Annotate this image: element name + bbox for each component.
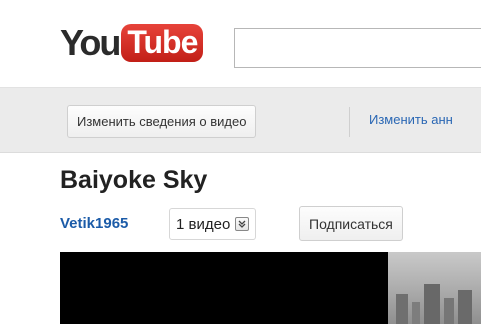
search-input[interactable] (234, 28, 481, 68)
owner-toolbar: Изменить сведения о видео Изменить анн (0, 87, 481, 153)
youtube-logo[interactable]: You Tube (60, 20, 204, 66)
logo-tube-text: Tube (121, 24, 204, 62)
logo-you-text: You (60, 22, 121, 63)
subscribe-button[interactable]: Подписаться (299, 206, 403, 241)
video-count-box[interactable]: 1 видео (169, 208, 257, 240)
video-title: Baiyoke Sky (60, 166, 208, 194)
video-count-label: 1 видео (176, 215, 231, 233)
edit-video-details-button[interactable]: Изменить сведения о видео (67, 105, 257, 138)
chevron-down-icon[interactable] (235, 217, 250, 231)
video-thumbnail-cityscape (388, 252, 481, 324)
video-player[interactable] (60, 252, 388, 324)
toolbar-divider (349, 107, 350, 137)
channel-link[interactable]: Vetik1965 (60, 215, 128, 232)
edit-annotations-link[interactable]: Изменить анн (369, 112, 453, 127)
